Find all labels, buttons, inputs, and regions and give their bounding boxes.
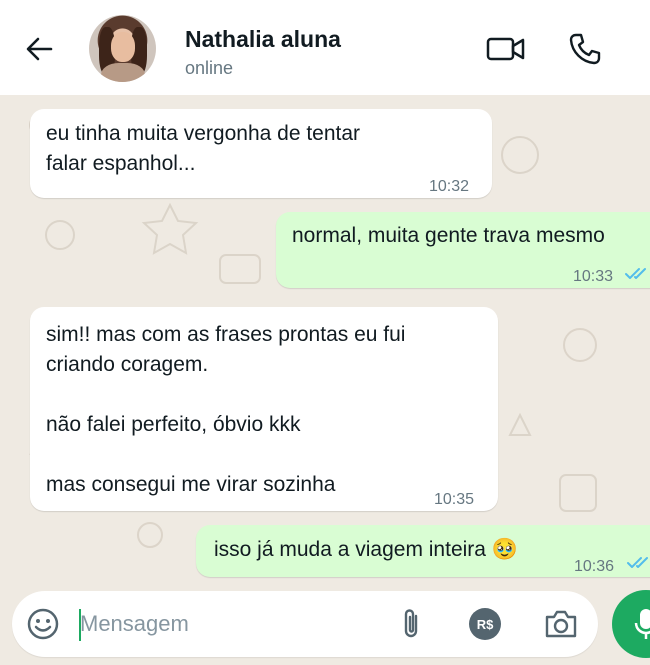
voice-message-button[interactable] <box>612 590 650 658</box>
message-text: sim!! mas com as frases prontas eu fui c… <box>46 323 406 496</box>
message-bubble-incoming[interactable]: eu tinha muita vergonha de tentar falar … <box>30 109 492 198</box>
voice-call-button[interactable] <box>568 32 602 66</box>
video-call-button[interactable] <box>486 34 526 64</box>
message-bubble-incoming[interactable]: sim!! mas com as frases prontas eu fui c… <box>30 307 498 511</box>
message-bubble-outgoing[interactable]: isso já muda a viagem inteira 🥹 10:36 <box>196 525 650 577</box>
read-ticks-icon <box>625 268 646 279</box>
message-time: 10:36 <box>574 558 615 575</box>
back-button[interactable] <box>22 32 56 66</box>
message-time: 10:35 <box>434 491 475 508</box>
message-time: 10:33 <box>573 268 614 285</box>
message-input[interactable] <box>80 606 360 642</box>
message-text: isso já muda a viagem inteira 🥹 <box>214 538 518 561</box>
camera-icon <box>545 610 577 638</box>
microphone-icon <box>634 609 650 639</box>
message-text: normal, muita gente trava mesmo <box>292 224 605 247</box>
message-bubble-outgoing[interactable]: normal, muita gente trava mesmo 10:33 <box>276 212 650 288</box>
message-input-box[interactable]: R$ <box>12 591 598 657</box>
contact-status: online <box>185 58 234 78</box>
arrow-left-icon <box>26 37 53 61</box>
video-camera-icon <box>486 37 525 61</box>
contact-avatar[interactable] <box>89 15 156 82</box>
message-time: 10:32 <box>429 178 470 195</box>
phone-icon <box>569 33 601 65</box>
contact-name[interactable]: Nathalia aluna <box>185 26 341 53</box>
chat-header: Nathalia aluna online <box>0 0 650 95</box>
message-text: eu tinha muita vergonha de tentar falar … <box>46 122 361 175</box>
payment-icon: R$ <box>476 616 494 632</box>
emoji-button[interactable] <box>26 607 60 641</box>
read-ticks-icon <box>627 557 648 568</box>
camera-button[interactable] <box>543 607 579 641</box>
emoji-icon <box>27 608 59 640</box>
message-list[interactable]: eu tinha muita vergonha de tentar falar … <box>0 95 650 585</box>
payment-button[interactable]: R$ <box>469 608 501 640</box>
attach-button[interactable] <box>397 606 425 642</box>
composer-bar: R$ <box>0 585 650 665</box>
paperclip-icon <box>404 609 418 638</box>
